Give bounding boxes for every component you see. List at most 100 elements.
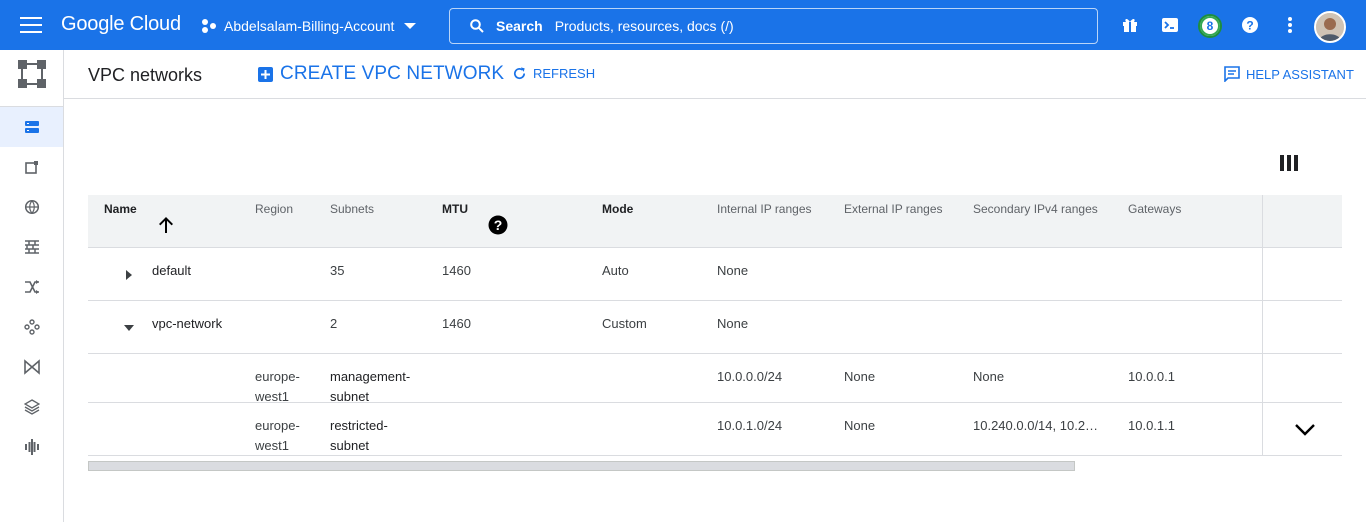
help-assistant-label: HELP ASSISTANT [1246, 66, 1354, 82]
mtu-help-icon[interactable]: ? [488, 215, 508, 235]
internal-ip-value: None [717, 316, 749, 331]
svg-text:?: ? [1246, 19, 1253, 33]
subnet-gateway: 10.0.1.1 [1128, 418, 1175, 433]
help-icon[interactable]: ? [1240, 15, 1260, 35]
subnet-name[interactable]: restricted-subnet [330, 416, 388, 456]
subnet-gateway: 10.0.0.1 [1128, 369, 1175, 384]
subnet-count: 35 [330, 263, 345, 278]
subnet-internal-ip: 10.0.0.0/24 [717, 369, 783, 384]
more-vert-icon[interactable] [1280, 15, 1300, 35]
svg-text:?: ? [494, 217, 503, 233]
table-row-subnet-management[interactable]: europe-west1 management-subnet 10.0.0.0/… [88, 354, 1342, 404]
col-header-mtu[interactable]: MTU [442, 202, 468, 216]
rail-item-shared-vpc[interactable] [0, 347, 63, 387]
routes-icon [24, 280, 39, 294]
mode-value: Custom [602, 316, 647, 331]
search-icon [470, 19, 484, 33]
chevron-down-icon [404, 23, 417, 29]
subnet-external-ip: None [844, 369, 876, 384]
col-header-external-ip-ranges[interactable]: External IP ranges [844, 202, 943, 216]
help-assistant-button[interactable]: HELP ASSISTANT [1224, 66, 1354, 82]
col-header-region[interactable]: Region [255, 202, 293, 216]
internal-ip-value: None [717, 263, 749, 278]
mtu-value: 1460 [442, 316, 471, 331]
network-list-icon [24, 121, 39, 133]
subnet-region: europe-west1 [255, 416, 300, 456]
subnet-name-line1: management- [330, 369, 411, 384]
rail-item-packet-mirroring[interactable] [0, 427, 63, 467]
page-title: VPC networks [88, 65, 203, 85]
rail-item-ip-addresses[interactable] [0, 147, 63, 187]
vpc-network-product-icon[interactable] [17, 59, 47, 89]
project-icon [202, 19, 216, 33]
create-vpc-network-label: CREATE VPC NETWORK [280, 63, 505, 84]
subnet-region: europe-west1 [255, 367, 300, 407]
subnet-region-line2: west1 [255, 389, 289, 404]
peering-icon [23, 319, 40, 335]
table-row-subnet-restricted[interactable]: europe-west1 restricted-subnet 10.0.1.0/… [88, 403, 1342, 456]
sticky-column-divider [1262, 195, 1263, 455]
project-name: Abdelsalam-Billing-Account [224, 18, 395, 34]
top-bar: Google Cloud Abdelsalam-Billing-Account … [0, 0, 1366, 50]
search-label: Search [496, 18, 543, 34]
network-name[interactable]: default [152, 261, 191, 281]
collapse-arrow-icon[interactable] [122, 321, 136, 335]
notifications-badge[interactable]: 8 [1198, 14, 1222, 38]
subnet-name-line2: subnet [330, 438, 370, 453]
serverless-icon [23, 399, 40, 415]
expand-arrow-icon[interactable] [122, 268, 136, 282]
search-bar[interactable]: Search Products, resources, docs (/) [449, 8, 1098, 44]
network-name[interactable]: vpc-network [152, 314, 222, 334]
refresh-icon [514, 67, 526, 80]
rail-item-vpc-peering[interactable] [0, 307, 63, 347]
rail-item-routes[interactable] [0, 267, 63, 307]
firewall-icon [24, 240, 39, 254]
col-header-gateways[interactable]: Gateways [1128, 202, 1181, 216]
cloud-shell-icon[interactable] [1160, 15, 1180, 35]
subnet-name-line1: restricted- [330, 418, 388, 433]
column-display-options-icon[interactable] [1280, 155, 1298, 171]
chevron-down-icon[interactable] [1294, 423, 1316, 437]
subnet-secondary-ranges: 10.240.0.0/14, 10.2… [973, 418, 1099, 433]
sort-ascending-icon[interactable] [158, 216, 174, 234]
subnet-count: 2 [330, 316, 338, 331]
horizontal-scrollbar[interactable] [88, 461, 1075, 471]
packet-mirroring-icon [24, 439, 39, 455]
google-cloud-logo[interactable]: Google Cloud [61, 13, 181, 36]
rail-item-firewall[interactable] [0, 227, 63, 267]
avatar[interactable] [1314, 11, 1346, 43]
subnet-region-line2: west1 [255, 438, 289, 453]
gift-icon[interactable] [1120, 15, 1140, 35]
col-header-secondary-ipv4-ranges[interactable]: Secondary IPv4 ranges [973, 202, 1098, 216]
mtu-value: 1460 [442, 263, 471, 278]
rail-item-serverless-vpc-access[interactable] [0, 387, 63, 427]
left-nav-rail [0, 50, 64, 522]
rail-item-bring-your-own-ip[interactable] [0, 187, 63, 227]
search-placeholder: Products, resources, docs (/) [554, 18, 734, 34]
col-header-subnets[interactable]: Subnets [330, 202, 374, 216]
subnet-region-line1: europe- [255, 369, 300, 384]
refresh-label: REFRESH [533, 66, 596, 81]
ip-address-icon [24, 161, 38, 174]
shared-vpc-icon [23, 359, 40, 375]
avatar-image-icon [1316, 13, 1344, 41]
mode-value: Auto [602, 263, 629, 278]
col-header-name[interactable]: Name [104, 202, 137, 216]
table-row-vpc-network[interactable]: vpc-network 2 1460 Custom None [88, 301, 1342, 354]
subnet-name-line2: subnet [330, 389, 370, 404]
col-header-mode[interactable]: Mode [602, 202, 633, 216]
refresh-button[interactable]: REFRESH [512, 66, 595, 81]
menu-icon[interactable] [20, 16, 42, 34]
chat-icon [1224, 66, 1240, 82]
rail-item-vpc-networks[interactable] [0, 107, 63, 147]
project-selector[interactable]: Abdelsalam-Billing-Account [200, 13, 417, 39]
table-row-default[interactable]: default 35 1460 Auto None [88, 248, 1342, 301]
table-header-row: Name Region Subnets MTU ? Mode Internal … [88, 195, 1342, 248]
subnet-name[interactable]: management-subnet [330, 367, 410, 407]
subnet-region-line1: europe- [255, 418, 300, 433]
subnet-external-ip: None [844, 418, 876, 433]
col-header-internal-ip-ranges[interactable]: Internal IP ranges [717, 202, 812, 216]
subnet-internal-ip: 10.0.1.0/24 [717, 418, 783, 433]
subnet-secondary-ranges: None [973, 369, 1005, 384]
create-vpc-network-button[interactable]: CREATE VPC NETWORK [258, 63, 504, 85]
